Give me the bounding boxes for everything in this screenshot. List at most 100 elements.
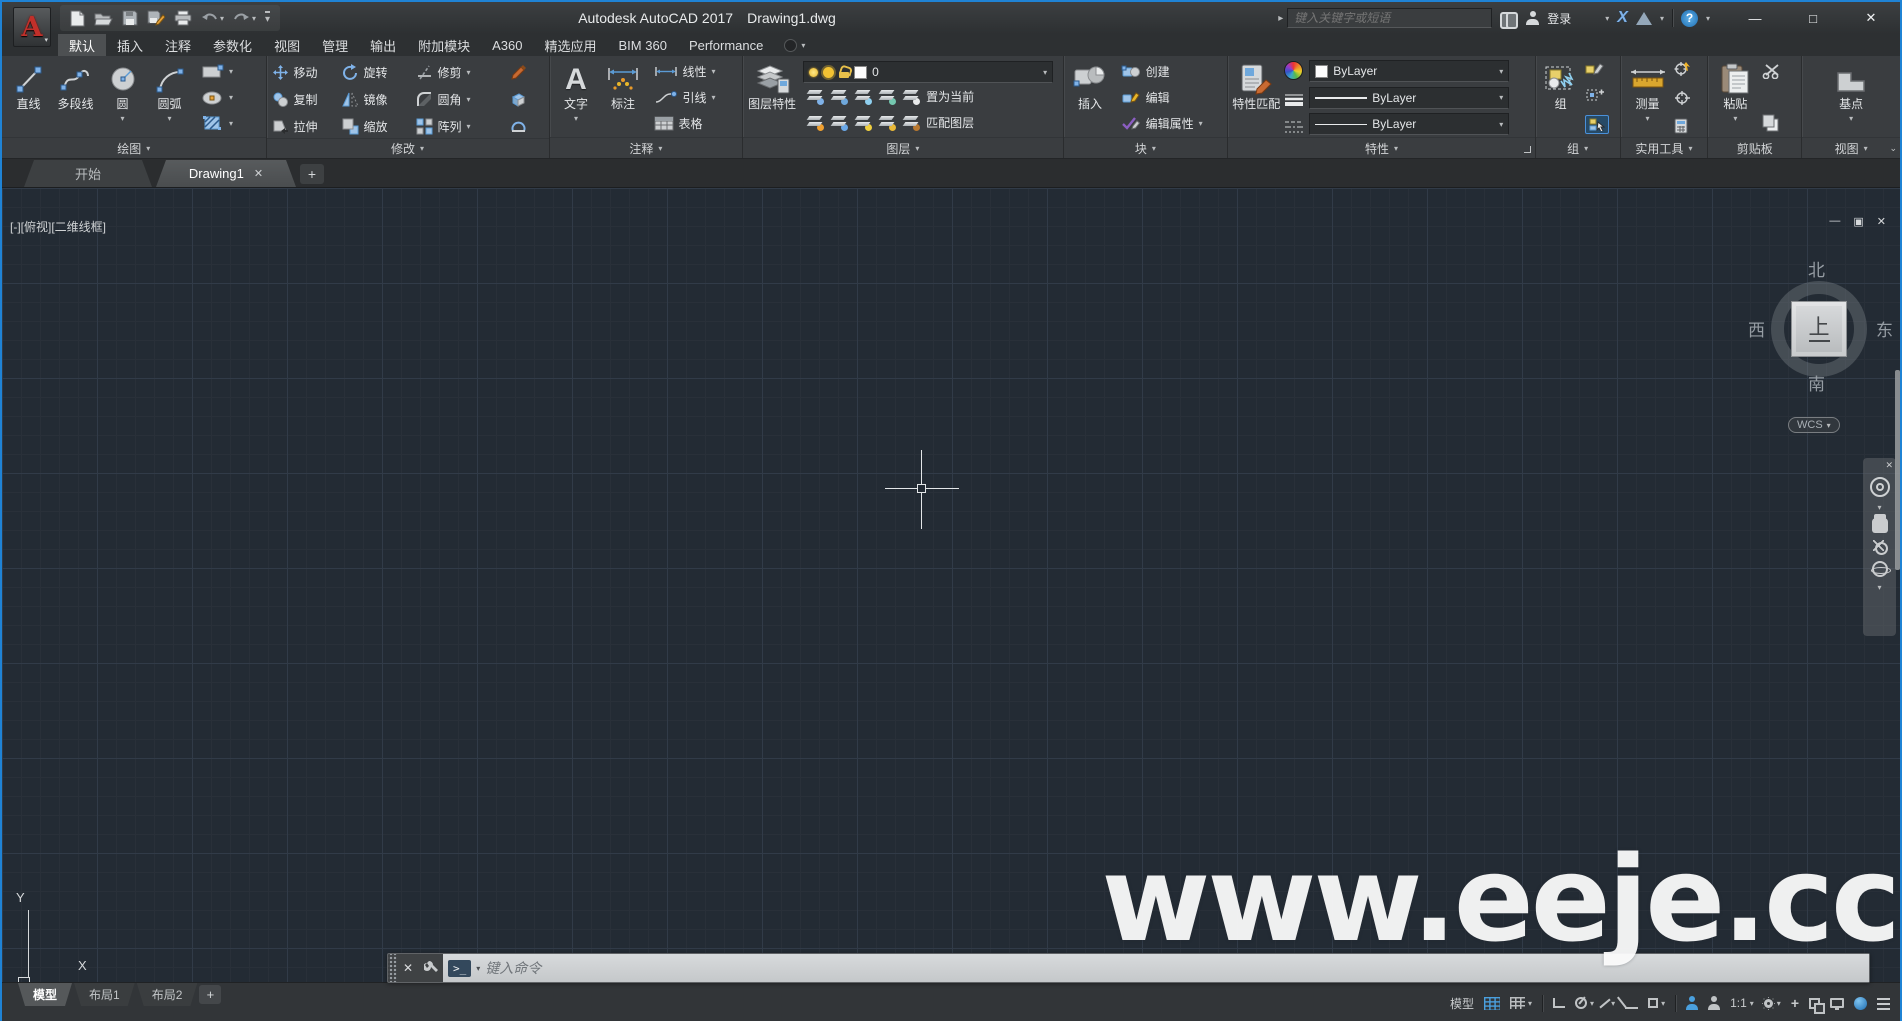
layout-tab-layout2[interactable]: 布局2 (137, 983, 198, 1006)
recent-commands-icon[interactable]: ▾ (476, 964, 480, 973)
lineweight-select[interactable]: ByLayer ▾ (1309, 86, 1510, 109)
drawing-restore-icon[interactable]: ▣ (1853, 215, 1863, 228)
panel-footer-modify[interactable]: 修改 ▾ (266, 138, 549, 158)
layer-color-swatch[interactable] (854, 65, 868, 79)
drawing-canvas[interactable]: [-][俯视][二维线框] — ▣ ✕ 北 南 西 东 上 WCS ▾ ✕ ▾ … (2, 188, 1900, 982)
ellipse-dropdown-icon[interactable]: ▾ (229, 93, 233, 102)
search-expand-icon[interactable]: ▸ (1278, 13, 1283, 24)
layout-tab-layout1[interactable]: 布局1 (74, 983, 135, 1006)
array-button[interactable]: 阵列 ▾ (416, 118, 510, 135)
layer-on-all-button[interactable] (806, 115, 825, 131)
circle-dropdown-icon[interactable]: ▾ (120, 112, 124, 125)
panel-footer-view[interactable]: 视图 ▾ ⌄ (1802, 137, 1900, 158)
dimension-button[interactable]: 标注 (600, 58, 647, 137)
command-line[interactable]: ✕ >_ ▾ 键入命令 (387, 953, 1870, 983)
id-point-icon[interactable] (1674, 90, 1690, 105)
rectangle-button[interactable]: ▾ (199, 58, 236, 84)
ellipse-button[interactable]: ▾ (199, 84, 236, 110)
hatch-button[interactable]: ▾ (199, 110, 236, 136)
customization-menu-icon[interactable] (1877, 997, 1890, 1000)
autoscale-toggle[interactable] (1708, 996, 1721, 1010)
a360-icon[interactable] (1635, 11, 1652, 25)
help-icon[interactable]: ? (1680, 9, 1698, 27)
lineweight-icon[interactable] (1284, 93, 1304, 107)
model-space-button[interactable]: 模型 (1450, 995, 1474, 1012)
erase-button[interactable] (510, 64, 546, 81)
leader-dropdown-icon[interactable]: ▾ (712, 93, 716, 102)
layer-properties-button[interactable]: 图层特性 (746, 58, 798, 137)
paste-dropdown-icon[interactable]: ▾ (1733, 112, 1737, 125)
panel-footer-layers[interactable]: 图层 ▾ (743, 137, 1063, 158)
ortho-mode-toggle[interactable] (1553, 998, 1566, 1008)
scale-button[interactable]: 缩放 (342, 118, 416, 135)
polyline-button[interactable]: 多段线 (52, 58, 99, 137)
match-layer-button[interactable]: 匹配图层 (926, 114, 974, 131)
line-button[interactable]: 直线 (5, 58, 52, 137)
viewcube-west[interactable]: 西 (1748, 316, 1765, 341)
exchange-apps-icon[interactable]: X (1617, 9, 1628, 27)
save-button[interactable] (122, 10, 138, 26)
new-file-button[interactable] (70, 10, 85, 27)
osnap-dropdown-icon[interactable]: ▾ (1661, 999, 1665, 1008)
measure-dropdown-icon[interactable]: ▾ (1646, 112, 1650, 125)
ribbon-tab-view[interactable]: 视图 (263, 34, 311, 56)
trim-dropdown-icon[interactable]: ▾ (467, 68, 471, 77)
layer-thaw-all-button[interactable] (854, 115, 873, 131)
close-button[interactable]: ✕ (1842, 2, 1900, 34)
layer-on-icon[interactable] (809, 67, 819, 77)
wcs-menu[interactable]: WCS ▾ (1788, 417, 1840, 433)
hardware-acceleration-icon[interactable] (1854, 996, 1867, 1010)
grid-display-toggle[interactable] (1484, 996, 1501, 1010)
linear-dropdown-icon[interactable]: ▾ (712, 67, 716, 76)
copy-button[interactable]: 复制 (272, 91, 342, 108)
layer-thaw-icon[interactable] (823, 66, 835, 78)
layer-unlock-all-button[interactable] (878, 115, 897, 131)
panel-footer-groups[interactable]: 组 ▾ (1535, 137, 1620, 158)
help-dropdown-icon[interactable]: ▾ (1706, 14, 1710, 23)
color-wheel-icon[interactable] (1284, 61, 1304, 80)
trim-button[interactable]: 修剪 ▾ (416, 64, 510, 81)
ribbon-tab-a360[interactable]: A360 (481, 34, 533, 56)
pan-hand-icon[interactable] (1871, 514, 1888, 533)
layer-select[interactable]: 0 ▾ (803, 61, 1054, 83)
make-current-button[interactable]: 置为当前 (926, 88, 974, 105)
ribbon-tab-parametric[interactable]: 参数化 (202, 34, 263, 56)
layer-freeze-button[interactable] (854, 89, 873, 105)
snap-dropdown-icon[interactable]: ▾ (1528, 999, 1532, 1008)
measure-button[interactable]: 测量 ▾ (1624, 58, 1672, 137)
ribbon-tab-addins[interactable]: 附加模块 (407, 34, 481, 56)
quick-select-icon[interactable] (1674, 61, 1692, 76)
new-layout-button[interactable]: + (199, 985, 222, 1004)
ribbon-tab-bim360[interactable]: BIM 360 (608, 34, 678, 56)
open-file-button[interactable] (94, 11, 113, 26)
layer-isolate-button[interactable] (830, 89, 849, 105)
panel-footer-utilities[interactable]: 实用工具 ▾ (1620, 137, 1708, 158)
layer-unisolate-button[interactable] (830, 115, 849, 131)
panel-footer-properties[interactable]: 特性 ▾ (1228, 137, 1535, 158)
panel-footer-draw[interactable]: 绘图 ▾ (2, 137, 266, 158)
command-line-close-icon[interactable]: ✕ (397, 954, 419, 982)
sign-in-dropdown-icon[interactable]: ▾ (1605, 14, 1609, 23)
orbit-icon[interactable] (1870, 561, 1891, 577)
overkill-button[interactable] (510, 118, 546, 135)
drawing-minimize-icon[interactable]: — (1829, 215, 1840, 228)
dialog-launcher-icon[interactable] (1523, 146, 1531, 153)
annotation-visibility-toggle[interactable] (1686, 996, 1699, 1010)
arc-button[interactable]: 圆弧 ▾ (146, 58, 193, 137)
file-tab-start[interactable]: 开始 (24, 160, 152, 187)
command-prompt-icon[interactable]: >_ (448, 959, 472, 977)
object-snap-toggle[interactable]: ▾ (1648, 998, 1665, 1008)
linetype-select[interactable]: ByLayer ▾ (1309, 113, 1510, 136)
viewport-controls[interactable]: [-][俯视][二维线框] (10, 218, 106, 235)
ribbon-display-toggle[interactable]: ▾ (784, 34, 805, 56)
ribbon-tab-output[interactable]: 输出 (359, 34, 407, 56)
layer-lock-button[interactable] (878, 89, 897, 105)
create-block-button[interactable]: 创建 (1118, 58, 1206, 84)
copy-clip-icon[interactable] (1762, 114, 1780, 132)
ribbon-tab-annotate[interactable]: 注释 (154, 34, 202, 56)
snap-mode-toggle[interactable]: ▾ (1510, 997, 1532, 1009)
viewcube-east[interactable]: 东 (1876, 316, 1893, 341)
polar-dropdown-icon[interactable]: ▾ (1590, 999, 1594, 1008)
ribbon-tab-featured-apps[interactable]: 精选应用 (534, 34, 608, 56)
layer-off-button[interactable] (806, 89, 825, 105)
